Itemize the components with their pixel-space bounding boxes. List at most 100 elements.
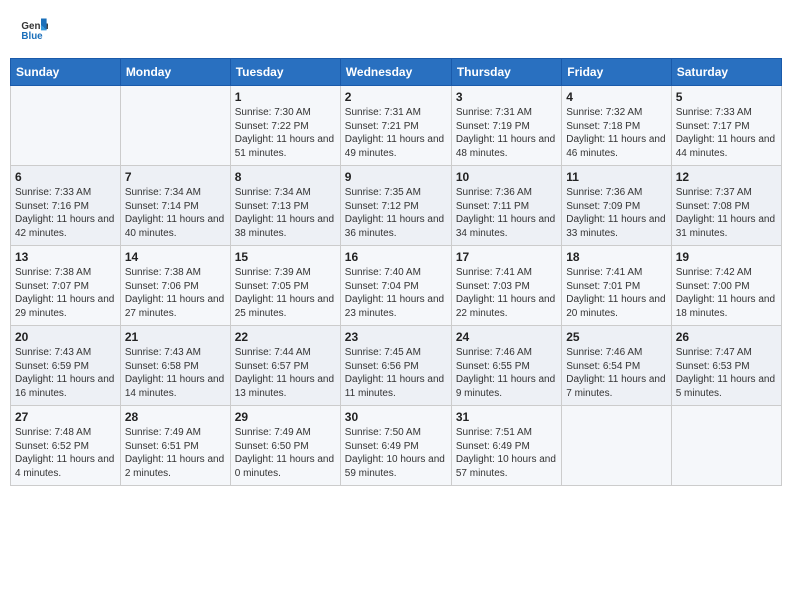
calendar-day: 17Sunrise: 7:41 AM Sunset: 7:03 PM Dayli…: [451, 246, 561, 326]
day-info: Sunrise: 7:31 AM Sunset: 7:21 PM Dayligh…: [345, 106, 447, 160]
day-info: Sunrise: 7:38 AM Sunset: 7:06 PM Dayligh…: [125, 266, 226, 320]
day-of-week-tuesday: Tuesday: [230, 59, 340, 86]
calendar-table: SundayMondayTuesdayWednesdayThursdayFrid…: [10, 58, 782, 486]
day-info: Sunrise: 7:44 AM Sunset: 6:57 PM Dayligh…: [235, 346, 336, 400]
day-number: 4: [566, 90, 666, 104]
calendar-day: [562, 406, 671, 486]
day-info: Sunrise: 7:49 AM Sunset: 6:51 PM Dayligh…: [125, 426, 226, 480]
calendar-day: 18 Sunrise: 7:41 AM Sunset: 7:01 PM Dayli…: [562, 246, 671, 326]
calendar-day: 19 Sunrise: 7:42 AM Sunset: 7:00 PM Dayli…: [671, 246, 781, 326]
day-number: 31: [456, 410, 557, 424]
calendar-day: 16 Sunrise: 7:40 AM Sunset: 7:04 PM Dayli…: [340, 246, 451, 326]
calendar-day: 15 Sunrise: 7:39 AM Sunset: 7:05 PM Dayli…: [230, 246, 340, 326]
day-number: 22: [235, 330, 336, 344]
calendar-week-4: 20 Sunrise: 7:43 AM Sunset: 6:59 PM Dayli…: [11, 326, 782, 406]
calendar-day: 11 Sunrise: 7:36 AM Sunset: 7:09 PM Dayli…: [562, 166, 671, 246]
calendar-day: [11, 86, 121, 166]
day-number: 11: [566, 170, 666, 184]
day-info: Sunrise: 7:43 AM Sunset: 6:58 PM Dayligh…: [125, 346, 226, 400]
page-header: General Blue: [10, 10, 782, 48]
calendar-day: 5 Sunrise: 7:33 AM Sunset: 7:17 PM Daylig…: [671, 86, 781, 166]
day-of-week-saturday: Saturday: [671, 59, 781, 86]
day-of-week-monday: Monday: [120, 59, 230, 86]
day-number: 5: [676, 90, 777, 104]
calendar-week-2: 6 Sunrise: 7:33 AM Sunset: 7:16 PM Daylig…: [11, 166, 782, 246]
day-number: 23: [345, 330, 447, 344]
calendar-day: 31 Sunrise: 7:51 AM Sunset: 6:49 PM Dayli…: [451, 406, 561, 486]
day-info: Sunrise: 7:31 AM Sunset: 7:19 PM Dayligh…: [456, 106, 557, 160]
calendar-day: [120, 86, 230, 166]
day-number: 1: [235, 90, 336, 104]
day-info: Sunrise: 7:41 AM Sunset: 7:01 PM Dayligh…: [566, 266, 666, 320]
logo-icon: General Blue: [20, 15, 48, 43]
day-info: Sunrise: 7:46 AM Sunset: 6:55 PM Dayligh…: [456, 346, 557, 400]
day-number: 8: [235, 170, 336, 184]
calendar-day: 23 Sunrise: 7:45 AM Sunset: 6:56 PM Dayli…: [340, 326, 451, 406]
day-number: 26: [676, 330, 777, 344]
day-info: Sunrise: 7:46 AM Sunset: 6:54 PM Dayligh…: [566, 346, 666, 400]
day-number: 30: [345, 410, 447, 424]
day-info: Sunrise: 7:37 AM Sunset: 7:08 PM Dayligh…: [676, 186, 777, 240]
day-number: 21: [125, 330, 226, 344]
day-info: Sunrise: 7:42 AM Sunset: 7:00 PM Dayligh…: [676, 266, 777, 320]
day-number: 13: [15, 250, 116, 264]
calendar-day: 1 Sunrise: 7:30 AM Sunset: 7:22 PM Daylig…: [230, 86, 340, 166]
calendar-day: 6 Sunrise: 7:33 AM Sunset: 7:16 PM Daylig…: [11, 166, 121, 246]
day-number: 15: [235, 250, 336, 264]
day-of-week-sunday: Sunday: [11, 59, 121, 86]
calendar-day: 10Sunrise: 7:36 AM Sunset: 7:11 PM Dayli…: [451, 166, 561, 246]
calendar-day: 25 Sunrise: 7:46 AM Sunset: 6:54 PM Dayli…: [562, 326, 671, 406]
day-info: Sunrise: 7:40 AM Sunset: 7:04 PM Dayligh…: [345, 266, 447, 320]
day-number: 2: [345, 90, 447, 104]
day-number: 24: [456, 330, 557, 344]
calendar-day: 29 Sunrise: 7:49 AM Sunset: 6:50 PM Dayli…: [230, 406, 340, 486]
day-of-week-friday: Friday: [562, 59, 671, 86]
day-info: Sunrise: 7:35 AM Sunset: 7:12 PM Dayligh…: [345, 186, 447, 240]
day-number: 3: [456, 90, 557, 104]
day-of-week-wednesday: Wednesday: [340, 59, 451, 86]
day-number: 20: [15, 330, 116, 344]
calendar-day: [671, 406, 781, 486]
day-number: 17: [456, 250, 557, 264]
day-number: 18: [566, 250, 666, 264]
calendar-day: 28Sunrise: 7:49 AM Sunset: 6:51 PM Dayli…: [120, 406, 230, 486]
calendar-day: 30 Sunrise: 7:50 AM Sunset: 6:49 PM Dayli…: [340, 406, 451, 486]
day-info: Sunrise: 7:51 AM Sunset: 6:49 PM Dayligh…: [456, 426, 557, 480]
day-info: Sunrise: 7:39 AM Sunset: 7:05 PM Dayligh…: [235, 266, 336, 320]
calendar-day: 4 Sunrise: 7:32 AM Sunset: 7:18 PM Daylig…: [562, 86, 671, 166]
day-info: Sunrise: 7:34 AM Sunset: 7:14 PM Dayligh…: [125, 186, 226, 240]
day-info: Sunrise: 7:43 AM Sunset: 6:59 PM Dayligh…: [15, 346, 116, 400]
day-number: 6: [15, 170, 116, 184]
calendar-day: 13Sunrise: 7:38 AM Sunset: 7:07 PM Dayli…: [11, 246, 121, 326]
day-of-week-thursday: Thursday: [451, 59, 561, 86]
day-info: Sunrise: 7:49 AM Sunset: 6:50 PM Dayligh…: [235, 426, 336, 480]
day-info: Sunrise: 7:36 AM Sunset: 7:09 PM Dayligh…: [566, 186, 666, 240]
calendar-day: 21 Sunrise: 7:43 AM Sunset: 6:58 PM Dayli…: [120, 326, 230, 406]
day-number: 25: [566, 330, 666, 344]
day-info: Sunrise: 7:45 AM Sunset: 6:56 PM Dayligh…: [345, 346, 447, 400]
day-number: 12: [676, 170, 777, 184]
calendar-day: 22 Sunrise: 7:44 AM Sunset: 6:57 PM Dayli…: [230, 326, 340, 406]
day-info: Sunrise: 7:47 AM Sunset: 6:53 PM Dayligh…: [676, 346, 777, 400]
calendar-week-5: 27 Sunrise: 7:48 AM Sunset: 6:52 PM Dayli…: [11, 406, 782, 486]
svg-text:Blue: Blue: [21, 31, 43, 42]
calendar-day: 7Sunrise: 7:34 AM Sunset: 7:14 PM Daylig…: [120, 166, 230, 246]
day-number: 14: [125, 250, 226, 264]
calendar-day: 2 Sunrise: 7:31 AM Sunset: 7:21 PM Daylig…: [340, 86, 451, 166]
day-info: Sunrise: 7:33 AM Sunset: 7:17 PM Dayligh…: [676, 106, 777, 160]
day-info: Sunrise: 7:33 AM Sunset: 7:16 PM Dayligh…: [15, 186, 116, 240]
day-info: Sunrise: 7:48 AM Sunset: 6:52 PM Dayligh…: [15, 426, 116, 480]
day-number: 16: [345, 250, 447, 264]
day-info: Sunrise: 7:34 AM Sunset: 7:13 PM Dayligh…: [235, 186, 336, 240]
calendar-day: 9Sunrise: 7:35 AM Sunset: 7:12 PM Daylig…: [340, 166, 451, 246]
calendar-day: 20 Sunrise: 7:43 AM Sunset: 6:59 PM Dayli…: [11, 326, 121, 406]
calendar-day: 24 Sunrise: 7:46 AM Sunset: 6:55 PM Dayli…: [451, 326, 561, 406]
day-number: 19: [676, 250, 777, 264]
day-number: 27: [15, 410, 116, 424]
calendar-week-1: 1 Sunrise: 7:30 AM Sunset: 7:22 PM Daylig…: [11, 86, 782, 166]
day-info: Sunrise: 7:30 AM Sunset: 7:22 PM Dayligh…: [235, 106, 336, 160]
day-number: 29: [235, 410, 336, 424]
day-info: Sunrise: 7:32 AM Sunset: 7:18 PM Dayligh…: [566, 106, 666, 160]
day-info: Sunrise: 7:50 AM Sunset: 6:49 PM Dayligh…: [345, 426, 447, 480]
calendar-day: 8 Sunrise: 7:34 AM Sunset: 7:13 PM Daylig…: [230, 166, 340, 246]
